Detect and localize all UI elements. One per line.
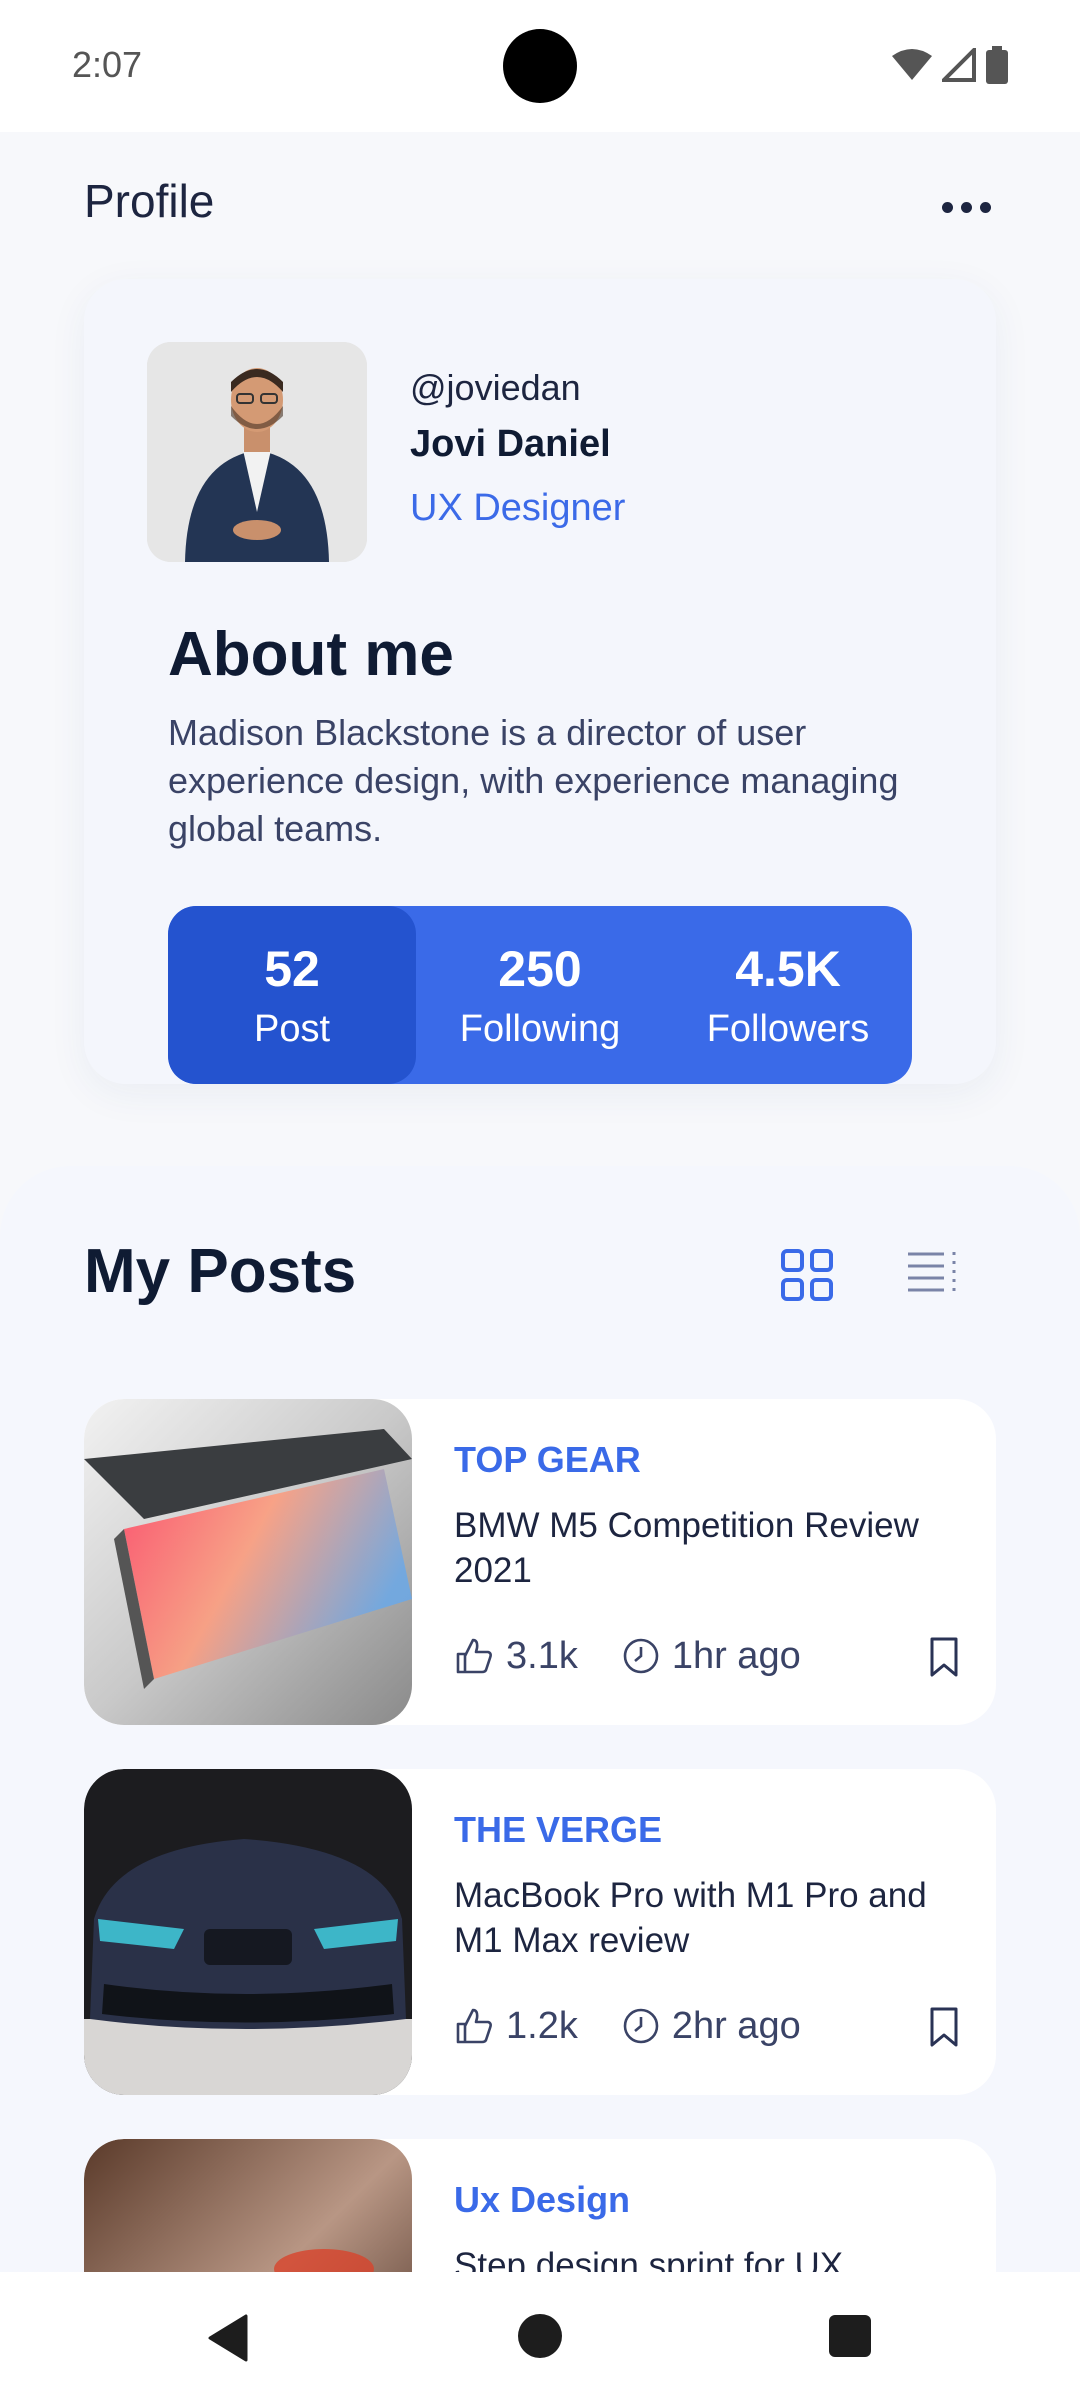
- likes-count: 3.1k: [506, 1634, 578, 1677]
- status-icons: [892, 46, 1008, 84]
- posts-panel: My Posts TOP GEAR BMW M5 Competition Rev…: [0, 1166, 1080, 2400]
- back-icon[interactable]: [206, 2314, 250, 2362]
- wifi-icon: [892, 49, 932, 80]
- post-image: [84, 1399, 412, 1725]
- grid-view-icon[interactable]: [780, 1248, 834, 1302]
- profile-role: UX Designer: [410, 487, 626, 529]
- post-source: Ux Design: [454, 2179, 631, 2220]
- home-icon[interactable]: [518, 2314, 562, 2358]
- status-time: 2:07: [72, 44, 143, 85]
- post-meta: 1.2k 2hr ago: [454, 2001, 966, 2051]
- page-title: Profile: [84, 175, 215, 227]
- about-title: About me: [168, 620, 454, 689]
- stat-followers[interactable]: 4.5K Followers: [664, 906, 912, 1084]
- clock-icon: [623, 2008, 659, 2044]
- more-dot-icon: [960, 201, 972, 213]
- about-text: Madison Blackstone is a director of user…: [168, 712, 899, 849]
- stats-bar: 52 Post 250 Following 4.5K Followers: [168, 906, 912, 1084]
- thumbs-up-icon: [456, 1638, 492, 1674]
- stat-label: Following: [459, 1007, 621, 1050]
- thumbs-up-icon: [456, 2008, 492, 2044]
- more-dot-icon: [979, 201, 991, 213]
- bookmark-icon[interactable]: [922, 2005, 966, 2049]
- stat-label: Followers: [706, 1007, 870, 1050]
- profile-name: Jovi Daniel: [410, 423, 611, 465]
- profile-handle: @joviedan: [410, 367, 581, 408]
- stat-value: 52: [264, 940, 320, 997]
- recent-apps-icon[interactable]: [829, 2315, 871, 2357]
- more-dot-icon: [941, 201, 953, 213]
- stat-value: 4.5K: [735, 940, 841, 997]
- avatar[interactable]: [147, 342, 367, 562]
- avatar-image: [147, 342, 367, 562]
- post-title: MacBook Pro with M1 Pro and M1 Max revie…: [454, 1876, 927, 1960]
- post-source: TOP GEAR: [454, 1439, 641, 1480]
- post-image: [84, 1769, 412, 2095]
- clock-icon: [623, 1638, 659, 1674]
- signal-icon: [942, 48, 976, 82]
- navigation-bar: [0, 2272, 1080, 2400]
- stat-following[interactable]: 250 Following: [416, 906, 664, 1084]
- post-title: BMW M5 Competition Review 2021: [454, 1506, 919, 1590]
- post-meta: 3.1k 1hr ago: [454, 1631, 966, 1681]
- posts-title: My Posts: [84, 1237, 357, 1306]
- time-group: 2hr ago: [622, 2005, 801, 2048]
- app-header: Profile: [0, 132, 1080, 272]
- bookmark-icon[interactable]: [922, 1635, 966, 1679]
- likes-group[interactable]: 3.1k: [454, 1635, 578, 1678]
- post-card[interactable]: TOP GEAR BMW M5 Competition Review 2021 …: [84, 1399, 996, 1725]
- post-source: THE VERGE: [454, 1809, 663, 1850]
- stat-label: Post: [253, 1007, 331, 1050]
- battery-icon: [986, 46, 1008, 84]
- time-group: 1hr ago: [622, 1635, 801, 1678]
- profile-card: @joviedan Jovi Daniel UX Designer About …: [84, 279, 996, 1084]
- post-time: 2hr ago: [671, 2004, 801, 2047]
- status-bar: 2:07: [0, 0, 1080, 132]
- stat-posts[interactable]: 52 Post: [168, 906, 416, 1084]
- more-options-button[interactable]: [934, 192, 998, 222]
- list-view-icon[interactable]: [906, 1248, 960, 1302]
- stat-value: 250: [498, 940, 582, 997]
- likes-group[interactable]: 1.2k: [454, 2005, 578, 2048]
- post-card[interactable]: THE VERGE MacBook Pro with M1 Pro and M1…: [84, 1769, 996, 2095]
- camera-cutout: [503, 29, 577, 103]
- likes-count: 1.2k: [506, 2004, 578, 2047]
- post-time: 1hr ago: [671, 1634, 801, 1677]
